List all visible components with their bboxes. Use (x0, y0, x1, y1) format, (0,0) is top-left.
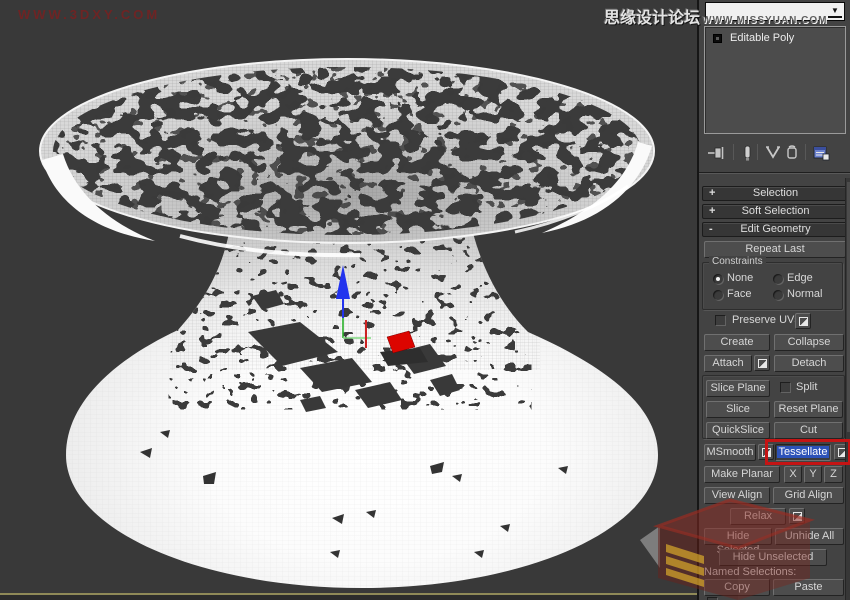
modifier-stack[interactable]: Editable Poly (704, 26, 846, 134)
remove-modifier-icon[interactable] (783, 143, 801, 163)
watermark-forum-url: WWW.MISSYUAN.COM (702, 15, 827, 26)
collapse-button[interactable]: Collapse (774, 334, 844, 351)
quickslice-button[interactable]: QuickSlice (706, 422, 770, 439)
rollout-soft-selection[interactable]: + Soft Selection (702, 204, 849, 219)
rollout-toggle[interactable]: - (709, 223, 713, 236)
watermark-3dxy: WWW.3DXY.COM (18, 7, 160, 22)
detach-button[interactable]: Detach (774, 355, 844, 372)
constraint-face-radio[interactable] (713, 290, 723, 300)
toolbar-separator (757, 144, 758, 160)
constraint-edge-radio[interactable] (773, 274, 783, 284)
red-annotation-box (765, 439, 850, 465)
toolbar-separator (805, 144, 806, 160)
stack-item-label: Editable Poly (730, 32, 794, 44)
make-unique-icon[interactable] (763, 143, 783, 163)
rollout-toggle[interactable]: + (709, 187, 715, 200)
preserve-uvs-label: Preserve UVs (732, 314, 800, 326)
constraints-group: Constraints (702, 262, 843, 310)
panel-divider (699, 172, 850, 174)
preserve-uvs-settings-button[interactable] (795, 313, 811, 329)
statusbar-sliver (0, 595, 697, 600)
reset-plane-button[interactable]: Reset Plane (774, 401, 843, 418)
viewport-canvas[interactable] (0, 0, 697, 600)
rollout-label: Soft Selection (742, 205, 810, 217)
tutorial-logo (630, 494, 850, 600)
pin-stack-icon[interactable] (707, 143, 727, 163)
constraint-edge-label: Edge (787, 272, 813, 284)
constraint-none-radio[interactable] (713, 274, 723, 284)
watermark-missyuan: 思缘设计论坛WWW.MISSYUAN.COM (604, 4, 827, 28)
split-checkbox[interactable] (780, 382, 791, 393)
constraint-none-label: None (727, 272, 753, 284)
attach-button[interactable]: Attach (704, 355, 752, 372)
cut-button[interactable]: Cut (774, 422, 843, 439)
make-planar-x-button[interactable]: X (784, 466, 802, 483)
mesh-object (0, 0, 697, 600)
watermark-forum-name: 思缘设计论坛 (604, 10, 700, 27)
modifier-icon (713, 34, 722, 43)
msmooth-button[interactable]: MSmooth (704, 444, 756, 461)
make-planar-button[interactable]: Make Planar (704, 466, 780, 483)
chevron-down-icon[interactable]: ▼ (828, 5, 842, 18)
rollout-label: Edit Geometry (740, 223, 810, 235)
preserve-uvs-checkbox[interactable] (715, 315, 726, 326)
slice-plane-button[interactable]: Slice Plane (706, 380, 770, 397)
attach-settings-button[interactable] (754, 355, 770, 371)
constraint-normal-radio[interactable] (773, 290, 783, 300)
split-label: Split (796, 381, 817, 393)
slice-button[interactable]: Slice (706, 401, 770, 418)
toolbar-separator (733, 144, 734, 160)
make-planar-z-button[interactable]: Z (824, 466, 843, 483)
stack-item-editable-poly[interactable]: Editable Poly (707, 30, 843, 46)
show-end-result-icon[interactable] (739, 143, 755, 163)
constraints-group-title: Constraints (709, 256, 766, 267)
constraint-face-label: Face (727, 288, 751, 300)
rollout-toggle[interactable]: + (709, 205, 715, 218)
create-button[interactable]: Create (704, 334, 770, 351)
configure-modifier-sets-icon[interactable] (811, 143, 831, 163)
rollout-label: Selection (753, 187, 798, 199)
constraint-normal-label: Normal (787, 288, 822, 300)
make-planar-y-button[interactable]: Y (804, 466, 822, 483)
stack-toolbar (699, 140, 850, 166)
rollout-selection[interactable]: + Selection (702, 186, 849, 201)
rollout-edit-geometry[interactable]: - Edit Geometry (702, 222, 849, 237)
app-window: WWW.3DXY.COM 思缘设计论坛WWW.MISSYUAN.COM ▼ Ed… (0, 0, 850, 600)
